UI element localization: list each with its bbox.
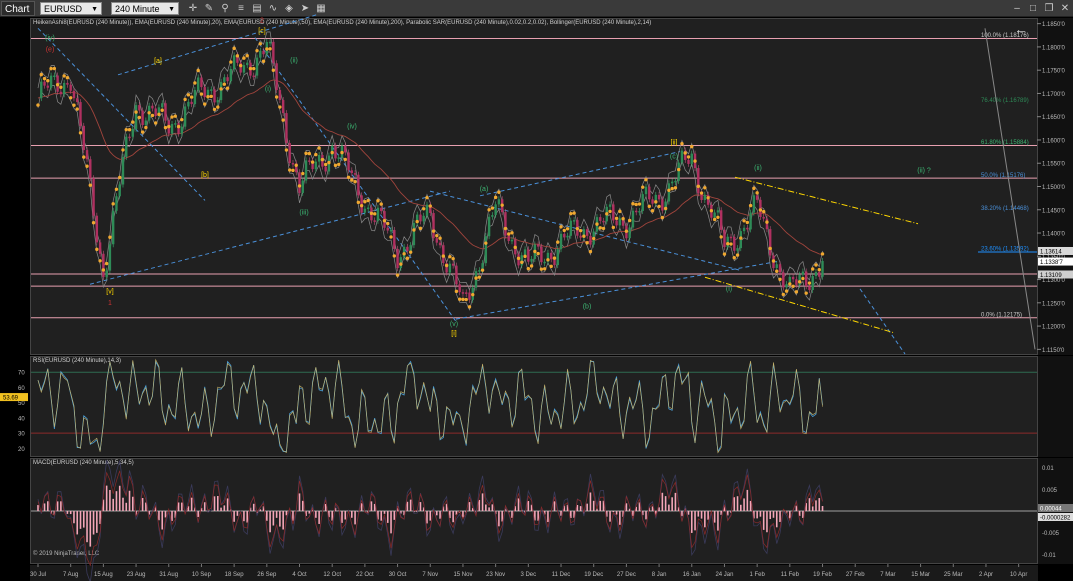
price-axis[interactable]	[1038, 18, 1073, 355]
price-panel[interactable]	[30, 18, 1038, 355]
template-icon[interactable]: ▤	[250, 2, 264, 15]
timeframe-value: 240 Minute	[115, 4, 160, 14]
zoom-icon[interactable]: ⚲	[218, 2, 232, 15]
minimize-icon[interactable]: –	[1010, 2, 1024, 15]
indicator-icon[interactable]: ∿	[266, 2, 280, 15]
crosshair-icon[interactable]: ✛	[186, 2, 200, 15]
rsi-panel[interactable]	[30, 356, 1038, 457]
copyright: © 2019 NinjaTrader, LLC	[33, 551, 100, 557]
draw-icon[interactable]: ✎	[202, 2, 216, 15]
rsi-tick-label: 50	[18, 401, 25, 407]
pointer-icon[interactable]: ➤	[298, 2, 312, 15]
rsi-panel-title: RSI(EURUSD (240 Minute),14,3)	[33, 358, 122, 364]
macd-axis[interactable]	[1038, 458, 1073, 564]
close-icon[interactable]: ✕	[1058, 2, 1072, 15]
timeframe-selector[interactable]: 240 Minute ▼	[111, 2, 179, 15]
instrument-selector[interactable]: EURUSD ▼	[40, 2, 102, 15]
instrument-value: EURUSD	[44, 4, 83, 14]
time-axis[interactable]	[30, 565, 1038, 581]
restore-icon[interactable]: ❐	[1042, 2, 1056, 15]
rsi-value-label: 53.69	[3, 396, 19, 402]
macd-panel[interactable]	[30, 458, 1038, 564]
rsi-axis[interactable]	[1038, 356, 1073, 457]
rsi-tick-label: 60	[18, 386, 25, 392]
maximize-icon[interactable]: □	[1026, 2, 1040, 15]
properties-icon[interactable]: ≡	[234, 2, 248, 15]
price-panel-title: HeikenAshi8(EURUSD (240 Minute)), EMA(EU…	[33, 20, 652, 26]
bar-type-icon[interactable]: ▦	[314, 2, 328, 15]
rsi-tick-label: 30	[18, 432, 25, 438]
toolbar: Chart EURUSD ▼ 240 Minute ▼ ✛ ✎ ⚲ ≡ ▤ ∿ …	[0, 0, 1073, 17]
macd-panel-title: MACD(EURUSD (240 Minute),5,34,5)	[33, 460, 134, 466]
chevron-down-icon: ▼	[168, 6, 175, 13]
chevron-down-icon: ▼	[91, 6, 98, 13]
strategy-icon[interactable]: ◈	[282, 2, 296, 15]
chart-menu-button[interactable]: Chart	[1, 1, 35, 16]
rsi-tick-label: 40	[18, 416, 25, 422]
left-arrow-icon[interactable]: ←	[1014, 22, 1030, 36]
rsi-tick-label: 70	[18, 371, 25, 377]
rsi-tick-label: 20	[18, 447, 25, 453]
rsi-value-flag	[0, 393, 28, 402]
